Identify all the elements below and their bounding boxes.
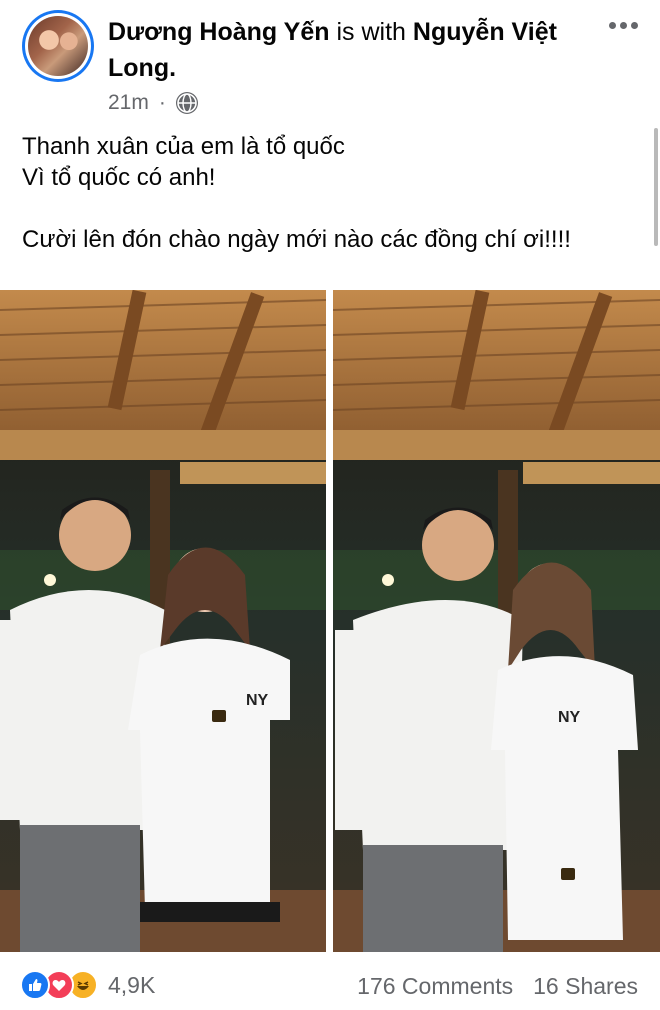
post-text-line: Vì tổ quốc có anh! (22, 164, 216, 191)
post-text-line: Cười lên đón chào ngày mới nào các đồng … (22, 226, 571, 253)
with-text: is with (336, 18, 406, 46)
engagement-stats: 176 Comments 16 Shares (357, 973, 638, 1000)
like-icon (20, 970, 50, 1000)
post-header: Dương Hoàng Yến is with Nguyễn Việt Long… (0, 0, 660, 125)
svg-text:NY: NY (246, 692, 269, 709)
avatar-image (28, 16, 88, 76)
more-options-icon[interactable] (609, 22, 638, 29)
photo-1[interactable]: NY (0, 290, 326, 952)
author-name-link[interactable]: Dương Hoàng Yến (108, 18, 330, 46)
photo-grid: NY NY (0, 290, 660, 952)
shares-link[interactable]: 16 Shares (533, 973, 638, 1000)
author-line: Dương Hoàng Yến is with Nguyễn Việt Long… (108, 14, 588, 86)
globe-icon[interactable] (175, 92, 198, 114)
svg-text:NY: NY (558, 709, 581, 726)
reaction-count: 4,9K (108, 971, 156, 998)
post-text-line (22, 193, 642, 224)
reactions-summary[interactable]: 4,9K (20, 970, 155, 1000)
post-timestamp[interactable]: 21m (108, 91, 149, 115)
post-meta: 21m · (108, 89, 198, 117)
scrollbar-thumb[interactable] (654, 128, 658, 246)
author-avatar[interactable] (22, 10, 94, 82)
post-text: Thanh xuân của em là tổ quốc Vì tổ quốc … (22, 131, 642, 255)
post-text-line: Thanh xuân của em là tổ quốc (22, 133, 345, 160)
comments-link[interactable]: 176 Comments (357, 973, 513, 1000)
photo-2[interactable]: NY (333, 290, 660, 952)
post-footer: 4,9K 176 Comments 16 Shares (0, 960, 660, 1010)
